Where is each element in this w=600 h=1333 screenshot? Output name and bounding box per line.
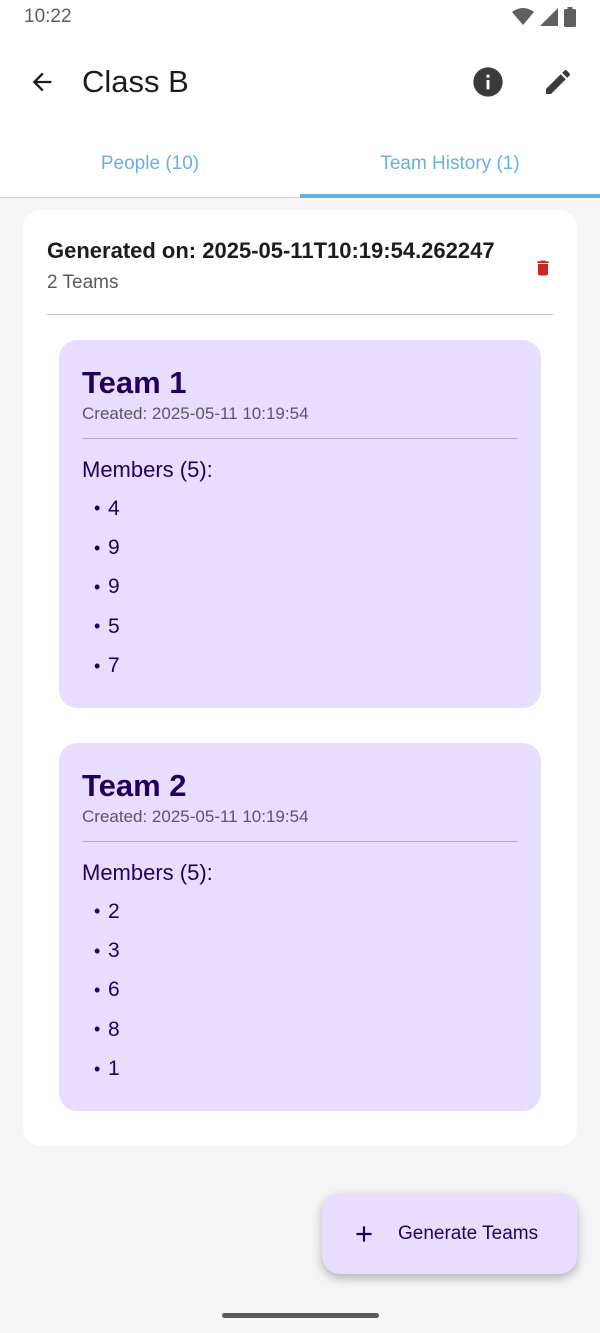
tab-people[interactable]: People (10) — [0, 130, 300, 197]
member-item: • 9 — [94, 536, 120, 560]
plus-icon — [350, 1220, 378, 1248]
home-indicator[interactable] — [222, 1313, 379, 1318]
member-name: 7 — [108, 654, 120, 678]
member-name: 1 — [108, 1057, 120, 1081]
generate-teams-button[interactable]: Generate Teams — [322, 1193, 577, 1274]
members-list: • 4 • 9 • 9 • 5 • 7 — [82, 489, 518, 686]
back-button[interactable] — [22, 62, 62, 102]
page-title: Class B — [82, 64, 189, 99]
signal-icon — [540, 8, 558, 26]
member-item: • 2 — [94, 899, 120, 923]
team-divider — [82, 438, 518, 439]
status-time: 10:22 — [24, 6, 72, 27]
history-card: Generated on: 2025-05-11T10:19:54.262247… — [23, 210, 577, 1146]
member-item: • 1 — [94, 1057, 120, 1081]
member-item: • 5 — [94, 614, 120, 638]
members-label: Members (5): — [82, 457, 213, 482]
members-list: • 2 • 3 • 6 • 8 • 1 — [82, 892, 518, 1089]
team-card: Team 2 Created: 2025-05-11 10:19:54 Memb… — [59, 743, 541, 1111]
divider — [47, 314, 553, 315]
tab-team-history[interactable]: Team History (1) — [300, 130, 600, 198]
generated-on-title: Generated on: 2025-05-11T10:19:54.262247 — [47, 238, 495, 263]
tab-people-label: People (10) — [100, 152, 200, 174]
tab-team-history-label: Team History (1) — [380, 152, 520, 174]
member-name: 8 — [108, 1017, 120, 1041]
trash-icon — [537, 260, 549, 276]
arrow-back-icon — [32, 72, 52, 92]
members-label: Members (5): — [82, 860, 213, 885]
edit-icon — [546, 69, 571, 94]
member-name: 6 — [108, 978, 120, 1002]
member-item: • 4 — [94, 496, 120, 520]
member-item: • 6 — [94, 978, 120, 1002]
member-item: • 8 — [94, 1017, 120, 1041]
member-name: 4 — [108, 496, 120, 520]
member-name: 9 — [108, 536, 120, 560]
team-created: Created: 2025-05-11 10:19:54 — [82, 807, 309, 826]
team-card: Team 1 Created: 2025-05-11 10:19:54 Memb… — [59, 340, 541, 708]
teams-count: 2 Teams — [47, 272, 119, 293]
member-item: • 7 — [94, 654, 120, 678]
team-name: Team 1 — [82, 365, 187, 400]
status-icons — [512, 7, 576, 27]
edit-button[interactable] — [536, 60, 580, 104]
member-name: 9 — [108, 575, 120, 599]
member-name: 3 — [108, 939, 120, 963]
generation-header: Generated on: 2025-05-11T10:19:54.262247… — [47, 238, 553, 294]
tab-bar: People (10) Team History (1) — [0, 130, 600, 198]
delete-button[interactable] — [531, 256, 555, 280]
member-name: 2 — [108, 899, 120, 923]
generate-teams-label: Generate Teams — [398, 1222, 539, 1244]
info-icon — [473, 67, 503, 97]
member-item: • 3 — [94, 939, 120, 963]
wifi-icon — [512, 8, 534, 25]
app-bar: Class B — [0, 34, 600, 130]
battery-icon — [564, 7, 576, 27]
status-bar: 10:22 — [0, 0, 600, 34]
team-divider — [82, 841, 518, 842]
member-item: • 9 — [94, 575, 120, 599]
member-name: 5 — [108, 614, 120, 638]
info-button[interactable] — [466, 60, 510, 104]
team-created: Created: 2025-05-11 10:19:54 — [82, 404, 309, 423]
team-name: Team 2 — [82, 768, 187, 803]
